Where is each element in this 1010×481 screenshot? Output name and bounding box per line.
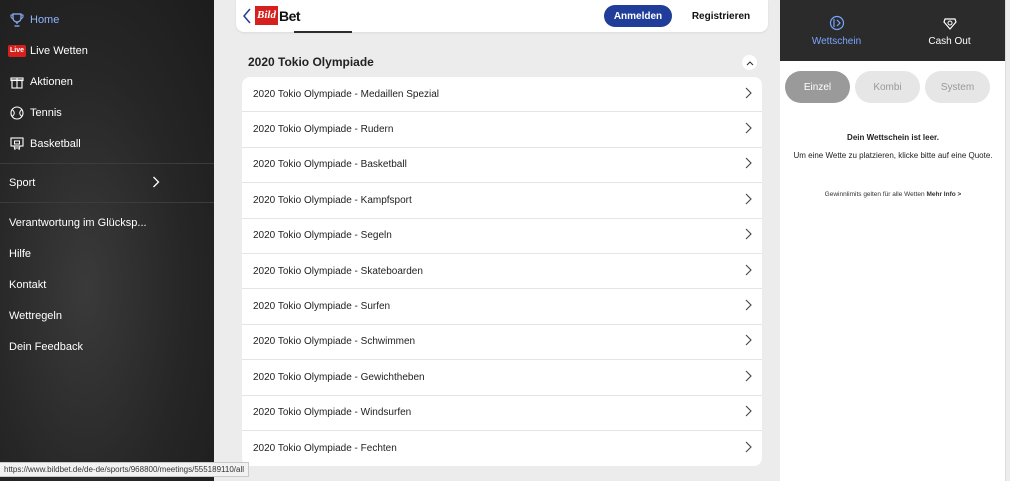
cash-out-icon <box>942 14 958 32</box>
sidebar-item-feedback[interactable]: Dein Feedback <box>0 331 214 362</box>
tab-label: Wettschein <box>811 36 862 47</box>
list-item-label: 2020 Tokio Olympiade - Surfen <box>253 301 391 313</box>
collapse-button[interactable] <box>742 55 757 70</box>
bildbet-logo[interactable]: Bild Bet <box>255 6 301 25</box>
mode-kombi-button[interactable]: Kombi <box>855 71 920 103</box>
sidebar-item-label: Wettregeln <box>9 309 62 322</box>
sidebar-item-label: Live Wetten <box>30 44 88 57</box>
status-bar-url: https://www.bildbet.de/de-de/sports/9688… <box>0 462 250 477</box>
sidebar: Home Live Live Wetten Aktionen Tennis Ba… <box>0 0 214 481</box>
active-tab-indicator <box>294 31 352 33</box>
list-item[interactable]: 2020 Tokio Olympiade - Kampfsport <box>242 183 762 219</box>
sidebar-item-sport[interactable]: Sport <box>0 164 214 202</box>
chevron-right-icon <box>745 299 752 314</box>
live-badge-icon: Live <box>8 43 27 59</box>
chevron-right-icon <box>745 405 752 420</box>
list-item[interactable]: 2020 Tokio Olympiade - Fechten <box>242 431 762 466</box>
bet-mode-toggle: Einzel Kombi System <box>780 61 1006 103</box>
sidebar-item-label: Verantwortung im Glücksp... <box>9 216 147 229</box>
empty-betslip-text: Um eine Wette zu platzieren, klicke bitt… <box>793 151 993 160</box>
list-item[interactable]: 2020 Tokio Olympiade - Rudern <box>242 112 762 148</box>
list-item[interactable]: 2020 Tokio Olympiade - Segeln <box>242 219 762 254</box>
list-item[interactable]: 2020 Tokio Olympiade - Gewichtheben <box>242 360 762 396</box>
list-item[interactable]: 2020 Tokio Olympiade - Basketball <box>242 148 762 184</box>
sidebar-item-home[interactable]: Home <box>0 4 214 35</box>
divider <box>1005 0 1006 481</box>
tab-label: Cash Out <box>928 36 971 47</box>
list-item-label: 2020 Tokio Olympiade - Gewichtheben <box>253 371 425 383</box>
sidebar-item-verantwortung[interactable]: Verantwortung im Glücksp... <box>0 207 214 238</box>
sidebar-item-basketball[interactable]: Basketball <box>0 128 214 159</box>
sidebar-item-label: Aktionen <box>30 75 73 88</box>
list-item-label: 2020 Tokio Olympiade - Medaillen Spezial <box>253 88 440 100</box>
chevron-right-icon <box>152 176 160 191</box>
chevron-right-icon <box>745 228 752 243</box>
list-item-label: 2020 Tokio Olympiade - Windsurfen <box>253 407 412 419</box>
list-item-label: 2020 Tokio Olympiade - Segeln <box>253 230 392 242</box>
gift-icon <box>9 74 25 90</box>
sidebar-item-label: Dein Feedback <box>9 340 83 353</box>
tab-wettschein[interactable]: Wettschein <box>780 0 893 61</box>
sidebar-item-label: Basketball <box>30 137 81 150</box>
chevron-right-icon <box>745 264 752 279</box>
chevron-right-icon <box>745 87 752 102</box>
sidebar-item-label: Home <box>30 13 60 26</box>
limits-note: Gewinnlimits gelten für alle Wetten Mehr… <box>780 191 1006 198</box>
list-item-label: 2020 Tokio Olympiade - Fechten <box>253 443 397 455</box>
section-title: 2020 Tokio Olympiade <box>248 55 374 69</box>
chevron-right-icon <box>745 334 752 349</box>
chevron-right-icon <box>745 370 752 385</box>
sidebar-item-label: Hilfe <box>9 247 32 260</box>
sidebar-item-label: Sport <box>9 177 36 189</box>
sidebar-item-tennis[interactable]: Tennis <box>0 97 214 128</box>
chevron-right-icon <box>745 193 752 208</box>
list-item[interactable]: 2020 Tokio Olympiade - Surfen <box>242 289 762 325</box>
tennis-ball-icon <box>9 105 25 121</box>
chevron-right-icon <box>745 157 752 172</box>
list-item-label: 2020 Tokio Olympiade - Kampfsport <box>253 194 412 206</box>
trophy-icon <box>9 12 25 28</box>
betslip-panel: Wettschein Cash Out Einzel Kombi System … <box>780 0 1006 481</box>
tab-cash-out[interactable]: Cash Out <box>893 0 1006 61</box>
empty-betslip-title: Dein Wettschein ist leer. <box>847 133 939 142</box>
sidebar-item-kontakt[interactable]: Kontakt <box>0 269 214 300</box>
divider <box>0 202 214 203</box>
top-bar: Bild Bet Anmelden Registrieren <box>236 0 768 32</box>
mode-einzel-button[interactable]: Einzel <box>785 71 850 103</box>
back-arrow-icon[interactable] <box>242 8 254 24</box>
logo-bet: Bet <box>278 7 301 24</box>
list-item-label: 2020 Tokio Olympiade - Skateboarden <box>253 265 423 277</box>
main-content: Bild Bet Anmelden Registrieren 2020 Toki… <box>226 0 776 481</box>
chevron-up-icon <box>746 60 753 65</box>
login-button[interactable]: Anmelden <box>604 5 672 27</box>
betslip-icon <box>829 14 845 32</box>
sidebar-item-wettregeln[interactable]: Wettregeln <box>0 300 214 331</box>
meeting-list: 2020 Tokio Olympiade - Medaillen Spezial… <box>242 77 762 467</box>
mode-system-button[interactable]: System <box>925 71 990 103</box>
list-item-label: 2020 Tokio Olympiade - Basketball <box>253 159 407 171</box>
sidebar-item-hilfe[interactable]: Hilfe <box>0 238 214 269</box>
sidebar-item-aktionen[interactable]: Aktionen <box>0 66 214 97</box>
more-info-link[interactable]: Mehr Info > <box>926 191 961 198</box>
sidebar-item-label: Kontakt <box>9 278 47 291</box>
list-item[interactable]: 2020 Tokio Olympiade - Schwimmen <box>242 325 762 361</box>
list-item[interactable]: 2020 Tokio Olympiade - Windsurfen <box>242 396 762 431</box>
basketball-hoop-icon <box>9 136 25 152</box>
list-item[interactable]: 2020 Tokio Olympiade - Skateboarden <box>242 254 762 290</box>
list-item-label: 2020 Tokio Olympiade - Schwimmen <box>253 336 416 348</box>
register-button[interactable]: Registrieren <box>686 5 756 27</box>
list-item-label: 2020 Tokio Olympiade - Rudern <box>253 124 394 136</box>
sidebar-item-live-wetten[interactable]: Live Live Wetten <box>0 35 214 66</box>
chevron-right-icon <box>745 441 752 456</box>
logo-bild: Bild <box>255 6 278 25</box>
limits-text: Gewinnlimits gelten für alle Wetten <box>824 191 925 198</box>
chevron-right-icon <box>745 122 752 137</box>
list-item[interactable]: 2020 Tokio Olympiade - Medaillen Spezial <box>242 77 762 113</box>
betslip-header: Wettschein Cash Out <box>780 0 1006 61</box>
sidebar-item-label: Tennis <box>30 106 62 119</box>
